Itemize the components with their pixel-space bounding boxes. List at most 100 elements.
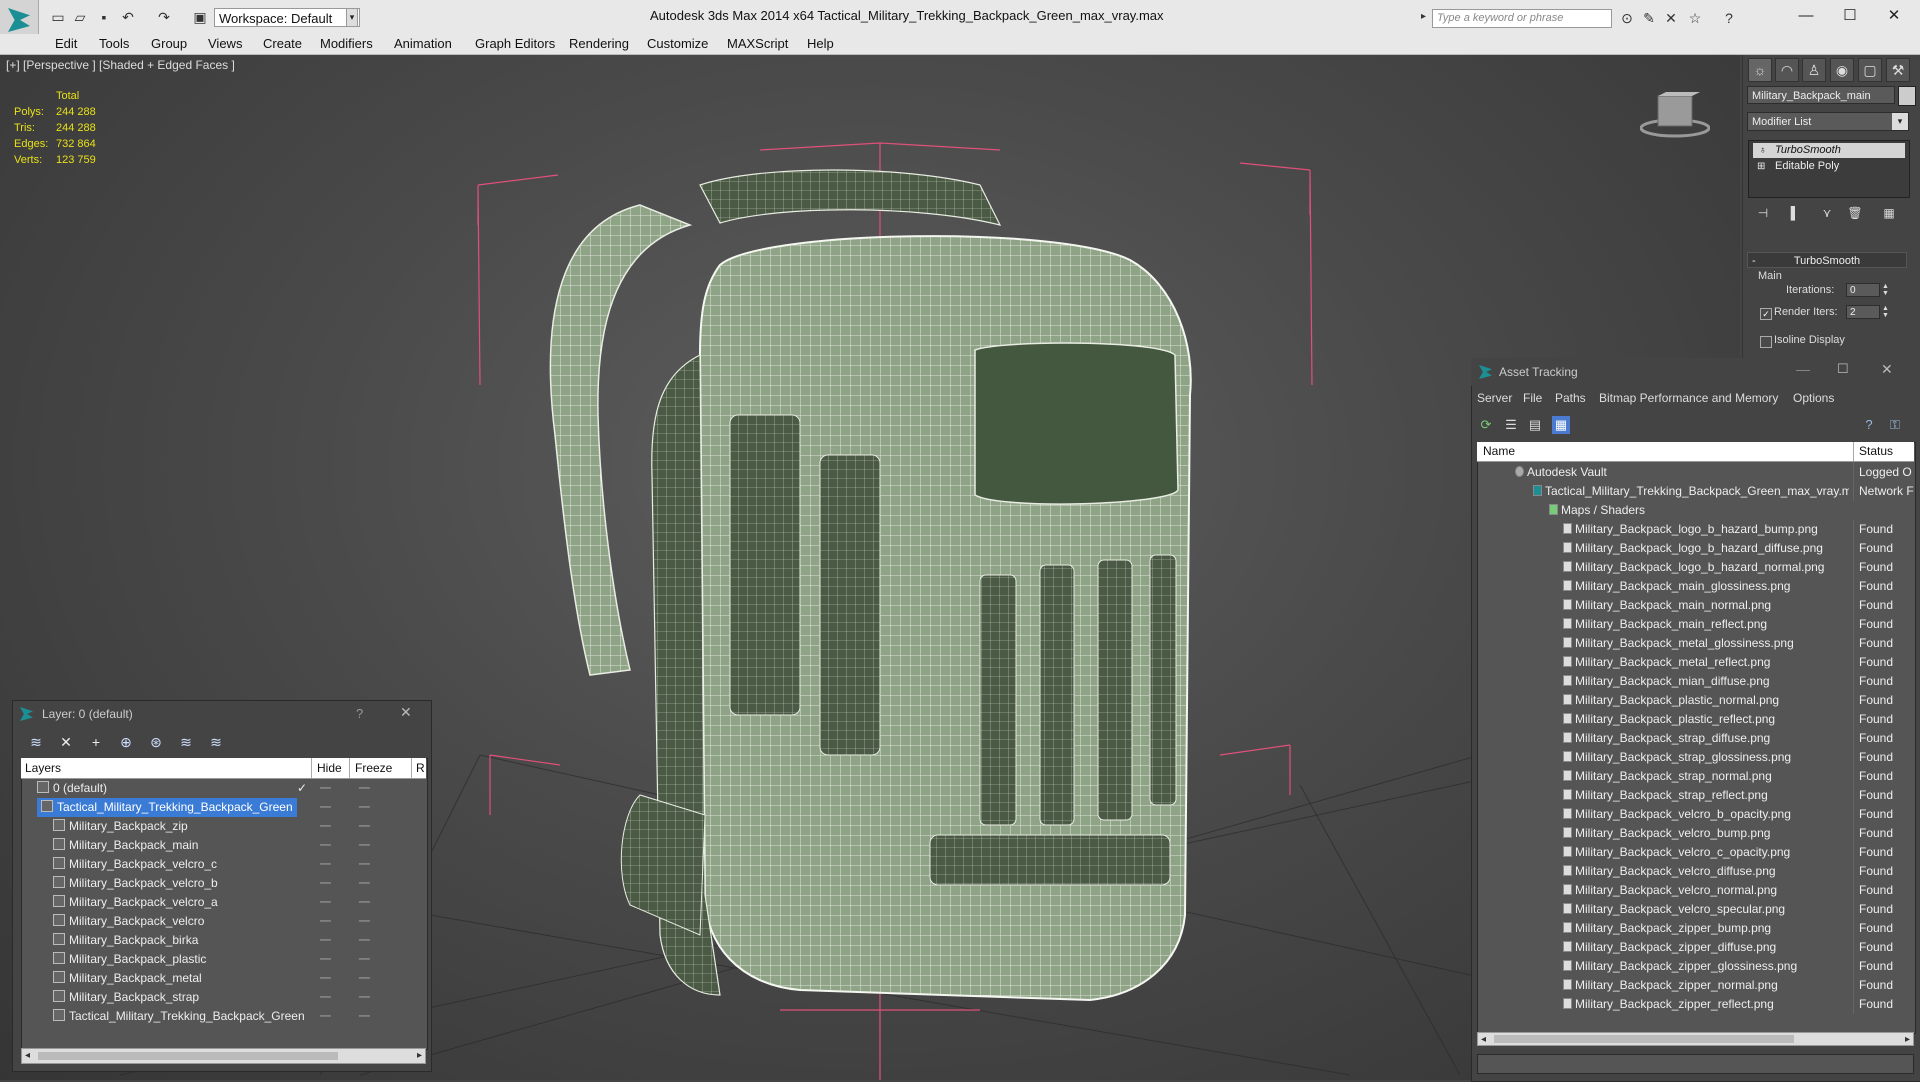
menu-tools[interactable]: Tools (99, 35, 129, 53)
layer-row[interactable]: Tactical_Military_Trekking_Backpack_Gree… (21, 798, 426, 817)
redo-icon[interactable]: ↷ (156, 9, 172, 25)
asset-row[interactable]: Military_Backpack_strap_diffuse.png Found (1477, 729, 1914, 748)
help-button[interactable]: ? (356, 706, 363, 721)
asset-row[interactable]: Military_Backpack_logo_b_hazard_bump.png… (1477, 520, 1914, 539)
menu-create[interactable]: Create (263, 35, 302, 53)
asset-row[interactable]: Military_Backpack_velcro_normal.png Found (1477, 881, 1914, 900)
asset-row[interactable]: Military_Backpack_velcro_specular.png Fou… (1477, 900, 1914, 919)
asset-row[interactable]: Military_Backpack_zipper_bump.png Found (1477, 919, 1914, 938)
hide-toggle[interactable]: ━━ (320, 988, 334, 1007)
favorites-star-icon[interactable]: ☆ (1686, 10, 1704, 26)
object-name-field[interactable]: Military_Backpack_main (1747, 86, 1895, 104)
menu-file[interactable]: File (1523, 391, 1542, 405)
highlight-layer-icon[interactable]: ⊛ (146, 733, 166, 751)
expand-plus-icon[interactable]: ⊞ (1757, 159, 1765, 174)
asset-row[interactable]: Military_Backpack_plastic_reflect.png Fou… (1477, 710, 1914, 729)
search-input[interactable]: Type a keyword or phrase (1432, 9, 1612, 28)
layer-row[interactable]: Military_Backpack_zip ━━ ━━ (21, 817, 426, 836)
scroll-left-icon[interactable]: ◂ (1481, 1033, 1486, 1047)
communication-center-icon[interactable]: ✎ (1640, 10, 1658, 26)
layer-row[interactable]: Military_Backpack_plastic ━━ ━━ (21, 950, 426, 969)
asset-row[interactable]: Military_Backpack_logo_b_hazard_normal.p… (1477, 558, 1914, 577)
column-freeze[interactable]: Freeze (349, 758, 392, 778)
remove-modifier-icon[interactable]: 🗑︎ (1846, 206, 1864, 222)
refresh-icon[interactable]: ⟳ (1477, 416, 1495, 434)
asset-row[interactable]: Military_Backpack_zipper_diffuse.png Foun… (1477, 938, 1914, 957)
hide-toggle[interactable]: ━━ (320, 798, 334, 817)
save-icon[interactable]: ▪ (96, 9, 112, 25)
delete-layer-icon[interactable]: ✕ (56, 733, 76, 751)
freeze-toggle[interactable]: ━━ (359, 969, 373, 988)
pin-stack-icon[interactable]: ⊣ (1754, 206, 1772, 222)
column-status[interactable]: Status (1853, 442, 1893, 461)
freeze-toggle[interactable]: ━━ (359, 988, 373, 1007)
hide-toggle[interactable]: ━━ (320, 817, 334, 836)
scroll-right-icon[interactable]: ▸ (1905, 1033, 1910, 1047)
current-layer-check[interactable]: ✓ (297, 779, 307, 798)
asset-row[interactable]: Military_Backpack_velcro_b_opacity.png Fo… (1477, 805, 1914, 824)
asset-row[interactable]: Military_Backpack_strap_normal.png Found (1477, 767, 1914, 786)
freeze-toggle[interactable]: ━━ (359, 950, 373, 969)
motion-tab-icon[interactable]: ◉ (1830, 58, 1854, 82)
render-iters-spinner[interactable]: 2 (1846, 305, 1880, 319)
show-end-result-icon[interactable]: ▌ (1786, 206, 1804, 222)
column-layers[interactable]: Layers (25, 761, 61, 775)
scrollbar-thumb[interactable] (1494, 1035, 1794, 1043)
asset-row[interactable]: Military_Backpack_zipper_reflect.png Foun… (1477, 995, 1914, 1014)
layer-row[interactable]: Military_Backpack_main ━━ ━━ (21, 836, 426, 855)
menu-group[interactable]: Group (151, 35, 187, 53)
layer-row[interactable]: Military_Backpack_metal ━━ ━━ (21, 969, 426, 988)
undo-icon[interactable]: ↶ (120, 9, 136, 25)
modify-tab-icon[interactable]: ◠ (1775, 58, 1799, 82)
open-file-icon[interactable]: ▱ (72, 9, 88, 25)
layer-horizontal-scrollbar[interactable]: ◂ ▸ (21, 1048, 426, 1064)
thumbnail-view-icon[interactable]: ▤ (1526, 416, 1544, 434)
layer-row[interactable]: Military_Backpack_birka ━━ ━━ (21, 931, 426, 950)
exchange-icon[interactable]: ✕ (1662, 10, 1680, 26)
help-icon[interactable]: ? (1720, 10, 1738, 26)
freeze-toggle[interactable]: ━━ (359, 779, 373, 798)
asset-row[interactable]: Military_Backpack_strap_glossiness.png Fo… (1477, 748, 1914, 767)
spinner-arrows-icon[interactable]: ▲ ▼ (1882, 305, 1889, 319)
asset-row[interactable]: Military_Backpack_plastic_normal.png Foun… (1477, 691, 1914, 710)
freeze-toggle[interactable]: ━━ (359, 893, 373, 912)
menu-animation[interactable]: Animation (394, 35, 452, 53)
asset-row[interactable]: Military_Backpack_zipper_normal.png Found (1477, 976, 1914, 995)
menu-edit[interactable]: Edit (55, 35, 77, 53)
hide-toggle[interactable]: ━━ (320, 912, 334, 931)
select-objects-icon[interactable]: ⊕ (116, 733, 136, 751)
configure-sets-icon[interactable]: ▦ (1880, 206, 1898, 222)
render-iters-checkbox[interactable]: ✓ (1760, 308, 1772, 320)
maximize-button[interactable]: ☐ (1837, 361, 1849, 377)
column-name[interactable]: Name (1483, 444, 1515, 458)
freeze-toggle[interactable]: ━━ (359, 855, 373, 874)
close-button[interactable]: ✕ (400, 704, 412, 721)
create-layer-icon[interactable]: ≋ (26, 733, 46, 751)
hide-toggle[interactable]: ━━ (320, 1007, 334, 1026)
layer-row[interactable]: Military_Backpack_strap ━━ ━━ (21, 988, 426, 1007)
add-to-layer-icon[interactable]: + (86, 733, 106, 751)
maximize-button[interactable]: ☐ (1830, 4, 1870, 28)
new-file-icon[interactable]: ▭ (50, 9, 66, 25)
layer-row[interactable]: Tactical_Military_Trekking_Backpack_Gree… (21, 1007, 426, 1026)
hide-toggle[interactable]: ━━ (320, 874, 334, 893)
layer-row[interactable]: Military_Backpack_velcro_a ━━ ━━ (21, 893, 426, 912)
asset-horizontal-scrollbar[interactable]: ◂ ▸ (1477, 1032, 1914, 1046)
asset-row[interactable]: Military_Backpack_main_reflect.png Found (1477, 615, 1914, 634)
isoline-display-checkbox[interactable] (1760, 336, 1772, 348)
menu-paths[interactable]: Paths (1555, 391, 1586, 405)
layer-window-title-bar[interactable]: Layer: 0 (default) ? ✕ (12, 700, 430, 728)
object-color-swatch[interactable] (1898, 86, 1916, 106)
layer-row[interactable]: Military_Backpack_velcro_b ━━ ━━ (21, 874, 426, 893)
hide-all-layers-icon[interactable]: ≋ (176, 733, 196, 751)
asset-row[interactable]: Maps / Shaders (1477, 501, 1914, 520)
asset-row[interactable]: Military_Backpack_logo_b_hazard_diffuse.… (1477, 539, 1914, 558)
display-tab-icon[interactable]: ▢ (1858, 58, 1882, 82)
project-folder-icon[interactable]: ▣ (192, 9, 208, 25)
asset-row[interactable]: Military_Backpack_strap_reflect.png Found (1477, 786, 1914, 805)
hide-toggle[interactable]: ━━ (320, 893, 334, 912)
viewcube-icon[interactable] (1640, 90, 1710, 140)
asset-row[interactable]: Military_Backpack_mian_diffuse.png Found (1477, 672, 1914, 691)
freeze-toggle[interactable]: ━━ (359, 1007, 373, 1026)
asset-row[interactable]: Military_Backpack_velcro_diffuse.png Foun… (1477, 862, 1914, 881)
